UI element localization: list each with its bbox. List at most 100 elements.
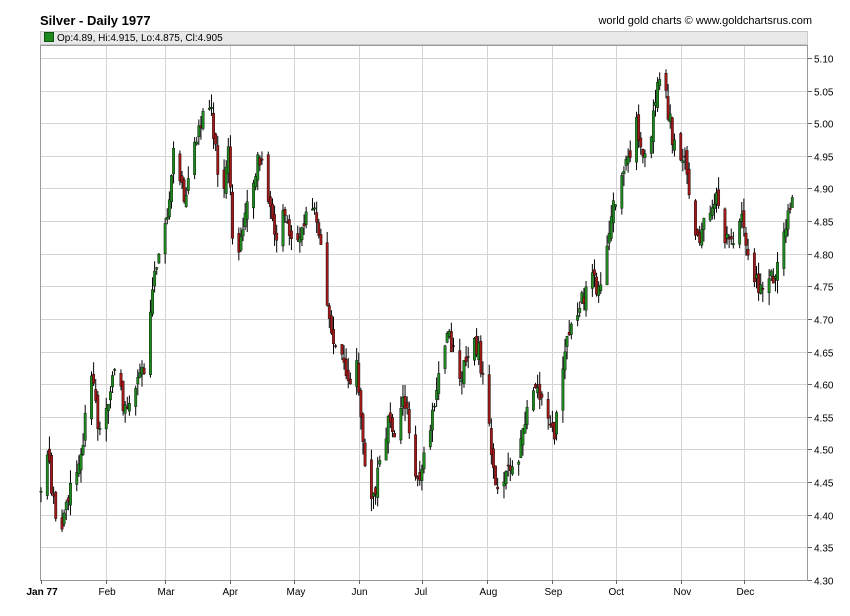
x-tick-label: Dec bbox=[737, 587, 755, 598]
candle-body bbox=[123, 404, 127, 414]
candle-body bbox=[111, 375, 114, 388]
candle-body bbox=[155, 267, 159, 270]
candles bbox=[39, 69, 794, 533]
candle-body bbox=[239, 236, 243, 251]
candle-up bbox=[504, 470, 508, 490]
candle-body bbox=[679, 133, 683, 161]
candle-body bbox=[319, 234, 323, 245]
candle-body bbox=[313, 207, 316, 210]
candle-body bbox=[376, 467, 380, 498]
candle-body bbox=[540, 393, 544, 398]
candle-down bbox=[92, 362, 96, 387]
candle-body bbox=[241, 229, 245, 237]
candle-up bbox=[210, 94, 213, 116]
candle-down bbox=[538, 371, 542, 410]
candle-up bbox=[517, 459, 521, 476]
candle-body bbox=[658, 79, 662, 86]
candle-body bbox=[637, 114, 641, 141]
candle-down bbox=[50, 452, 53, 496]
candle-body bbox=[717, 189, 721, 206]
y-tick-label: 4.30 bbox=[814, 577, 834, 588]
candle-body bbox=[729, 236, 733, 240]
candle-body bbox=[201, 110, 205, 129]
candle-down bbox=[466, 346, 470, 369]
candle-down bbox=[54, 490, 58, 522]
candle-body bbox=[378, 460, 382, 465]
candle-body bbox=[776, 262, 779, 281]
candle-body bbox=[214, 133, 218, 145]
candle-down bbox=[757, 262, 760, 301]
candle-body bbox=[569, 323, 573, 335]
plot-frame bbox=[40, 45, 808, 581]
y-tick-label: 4.70 bbox=[814, 316, 834, 327]
candle-down bbox=[231, 184, 234, 245]
candle-up bbox=[790, 194, 794, 208]
candle-up bbox=[443, 344, 447, 374]
candle-body bbox=[210, 107, 213, 109]
candle-body bbox=[334, 345, 338, 347]
candle-body bbox=[134, 388, 138, 407]
candle-body bbox=[332, 329, 335, 345]
candle-body bbox=[407, 409, 411, 434]
candle-up bbox=[153, 261, 157, 293]
candle-body bbox=[104, 408, 108, 430]
candle-body bbox=[761, 288, 765, 290]
candle-body bbox=[165, 217, 169, 220]
x-tick-label: Mar bbox=[158, 587, 176, 598]
candle-up bbox=[134, 385, 138, 416]
candle-body bbox=[64, 501, 68, 511]
candle-body bbox=[157, 253, 161, 264]
candle-body bbox=[555, 412, 558, 435]
candle-body bbox=[790, 197, 794, 208]
candle-body bbox=[193, 141, 197, 175]
candle-down bbox=[369, 449, 373, 512]
candle-body bbox=[163, 223, 167, 255]
candle-body bbox=[687, 168, 691, 196]
candle-body bbox=[281, 210, 285, 247]
candle-body bbox=[462, 360, 466, 384]
candle-down bbox=[487, 364, 491, 427]
candle-body bbox=[565, 336, 569, 347]
candle-up bbox=[157, 252, 161, 264]
candle-body bbox=[788, 208, 792, 210]
candle-body bbox=[304, 211, 308, 225]
candle-body bbox=[622, 170, 626, 175]
candle-body bbox=[605, 245, 609, 286]
candle-body bbox=[186, 178, 190, 191]
candle-body bbox=[437, 373, 441, 394]
candle-down bbox=[479, 335, 483, 378]
x-tick-label: Jul bbox=[415, 587, 428, 598]
candle-body bbox=[593, 269, 596, 276]
candle-body bbox=[273, 214, 276, 235]
x-tick-label: Jan 77 bbox=[27, 587, 59, 598]
candle-body bbox=[561, 368, 565, 411]
candle-body bbox=[525, 407, 529, 425]
candle-down bbox=[325, 231, 329, 307]
candle-body bbox=[231, 191, 234, 239]
candle-body bbox=[83, 412, 87, 441]
candle-body bbox=[361, 413, 365, 442]
candle-body bbox=[702, 217, 706, 230]
candle-up bbox=[576, 302, 580, 327]
candle-up bbox=[462, 359, 466, 388]
x-tick-label: Oct bbox=[609, 587, 625, 598]
candle-body bbox=[391, 417, 394, 433]
candle-body bbox=[216, 145, 220, 175]
candle-body bbox=[414, 434, 417, 477]
candle-body bbox=[228, 146, 232, 188]
candle-body bbox=[786, 210, 790, 230]
candle-body bbox=[149, 311, 152, 376]
candle-down bbox=[340, 343, 344, 360]
candle-body bbox=[405, 402, 409, 409]
candle-body bbox=[275, 232, 279, 241]
candle-up bbox=[569, 322, 573, 340]
candle-body bbox=[136, 376, 140, 385]
candle-body bbox=[348, 378, 352, 385]
grid bbox=[40, 45, 808, 580]
y-axis: 4.30 4.35 4.40 4.45 4.50 4.55 4.60 4.65 4.70 4.75… bbox=[808, 55, 834, 588]
candle-body bbox=[317, 222, 321, 236]
candle-up bbox=[186, 166, 190, 195]
candle-body bbox=[62, 512, 66, 525]
candle-body bbox=[643, 153, 647, 158]
candle-down bbox=[723, 207, 727, 249]
